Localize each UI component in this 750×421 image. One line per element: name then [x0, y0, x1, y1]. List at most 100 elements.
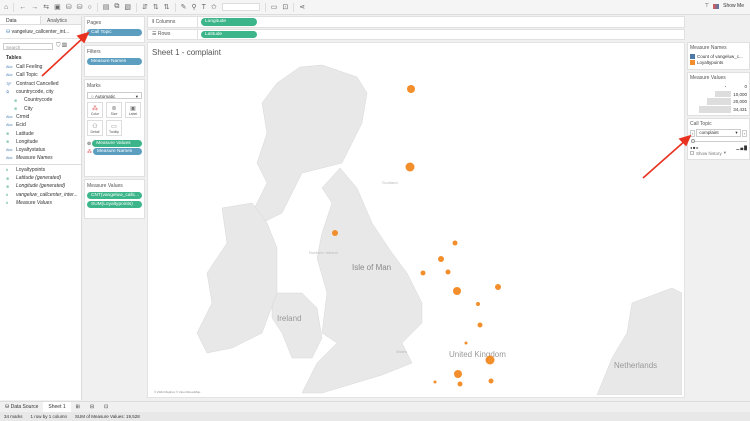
fit-dropdown[interactable]	[221, 3, 260, 11]
measure-value-pill[interactable]: CNT(vangeluw_callc...	[87, 192, 142, 199]
detail-button[interactable]: ⚇ Detail	[87, 120, 103, 136]
refresh-icon[interactable]: ○	[87, 4, 91, 11]
undo-icon[interactable]: ←	[19, 4, 26, 11]
filter-icon[interactable]: ⛉ ▥	[56, 43, 67, 50]
stop-button[interactable]: ■	[693, 145, 695, 150]
swap-icon[interactable]: ⇵	[142, 3, 148, 11]
prev-page-button[interactable]: ‹	[690, 129, 696, 137]
new-story-icon[interactable]: ⊡	[99, 402, 113, 412]
show-history-checkbox[interactable]	[690, 151, 694, 155]
play-forward-button[interactable]: ▸	[696, 145, 698, 150]
field-item[interactable]: Abc Ecid	[0, 121, 81, 129]
map-mark[interactable]	[438, 256, 444, 262]
new-worksheet-icon[interactable]: ⊞	[71, 402, 85, 412]
map-mark[interactable]	[407, 85, 415, 93]
field-item[interactable]: Abc Call Feeling	[0, 63, 81, 71]
next-page-button[interactable]: ›	[741, 129, 747, 137]
map-mark[interactable]	[485, 355, 495, 365]
presentation-icon[interactable]: ▭	[271, 3, 278, 11]
field-item[interactable]: # vangeluw_callcenter_inter...	[0, 190, 81, 198]
map-mark[interactable]	[464, 341, 468, 345]
marks-size-pill[interactable]: Measure Values	[92, 140, 142, 147]
map[interactable]: Scotland Northern Ireland Isle of Man Ir…	[152, 63, 682, 395]
map-mark[interactable]	[477, 322, 483, 328]
label-icon[interactable]: T	[202, 4, 206, 11]
field-item[interactable]: Abc Loyaltystatus	[0, 146, 81, 154]
group-icon[interactable]: ⚲	[191, 3, 196, 11]
field-item[interactable]: ⊕ Countrycode	[0, 96, 81, 104]
map-mark[interactable]	[495, 284, 501, 290]
columns-shelf[interactable]: ⦀ Columns Longitude	[147, 16, 685, 28]
device-preview-icon[interactable]: ⊡	[282, 3, 288, 11]
sort-asc-icon[interactable]: ⇅	[153, 3, 159, 11]
chevron-down-icon[interactable]: ▾	[724, 150, 726, 156]
speed-slow-button[interactable]: ▁	[736, 145, 739, 150]
rows-pill[interactable]: Latitude	[201, 30, 257, 38]
home-icon[interactable]: ⌂	[4, 4, 8, 11]
page-select[interactable]: complaint ▾	[696, 129, 741, 137]
redo-icon[interactable]: →	[31, 4, 38, 11]
clear-sheet-icon[interactable]: ▧	[124, 3, 131, 11]
field-name: Latitude (generated)	[16, 175, 62, 181]
save-icon[interactable]: ▣	[54, 3, 61, 11]
tooltip-button[interactable]: ▭ Tooltip	[106, 120, 122, 136]
map-mark[interactable]	[332, 230, 338, 236]
field-item[interactable]: ⛭ countrycode, city	[0, 88, 81, 96]
page-slider[interactable]	[691, 139, 747, 143]
map-mark[interactable]	[488, 378, 494, 384]
map-mark[interactable]	[453, 287, 461, 295]
size-button[interactable]: ⊚ Size	[106, 102, 122, 118]
field-item[interactable]: ⊕ Longitude	[0, 138, 81, 146]
map-mark[interactable]	[445, 269, 451, 275]
highlight-icon[interactable]: ✎	[181, 3, 187, 11]
new-datasource-icon[interactable]: ⛁	[66, 3, 72, 11]
map-mark[interactable]	[454, 370, 462, 378]
field-item[interactable]: ⊕ Latitude	[0, 129, 81, 137]
marks-color-pill[interactable]: Measure Names	[93, 148, 142, 155]
replay-icon[interactable]: ⇆	[43, 3, 49, 11]
legend-item[interactable]: Loyaltypoints	[690, 60, 747, 65]
pause-icon[interactable]: ⛁	[77, 3, 83, 11]
tab-sheet-1[interactable]: Sheet 1	[43, 402, 71, 412]
map-mark[interactable]	[457, 381, 463, 387]
field-item[interactable]: # Measure Values	[0, 199, 81, 207]
speed-fast-button[interactable]: █	[744, 145, 747, 150]
map-mark[interactable]	[433, 380, 437, 384]
field-item[interactable]: ⊕ Longitude (generated)	[0, 182, 81, 190]
map-mark[interactable]	[452, 240, 458, 246]
pages-pill[interactable]: Call Topic	[87, 29, 142, 36]
datasource-item[interactable]: ⛁ vangeluw_callcenter_int...	[0, 25, 81, 39]
new-sheet-icon[interactable]: ▤	[103, 3, 110, 11]
measure-value-pill[interactable]: SUM(Loyaltypoints)	[87, 201, 142, 208]
map-mark[interactable]	[476, 302, 480, 306]
field-item[interactable]: Abc Crmid	[0, 113, 81, 121]
play-back-button[interactable]: ◂	[690, 145, 692, 150]
field-item[interactable]: # Loyaltypoints	[0, 166, 81, 174]
rows-shelf[interactable]: ☰ Rows Latitude	[147, 28, 685, 40]
tab-analytics[interactable]: Analytics	[41, 16, 81, 24]
tab-data[interactable]: Data	[0, 16, 41, 24]
field-item[interactable]: ⊕ City	[0, 104, 81, 112]
share-icon[interactable]: ⋖	[299, 3, 305, 11]
pin-icon[interactable]: ✩	[211, 3, 217, 11]
search-input[interactable]: Search	[3, 43, 53, 50]
field-item[interactable]: ⊕ Latitude (generated)	[0, 174, 81, 182]
map-mark[interactable]	[420, 270, 426, 276]
field-item[interactable]: Abc Call Topic	[0, 71, 81, 79]
label-button[interactable]: ▣ Label	[125, 102, 141, 118]
field-item[interactable]: Abc Measure Names	[0, 154, 81, 162]
speed-medium-button[interactable]: ▄	[740, 145, 743, 150]
filters-pill[interactable]: Measure Names	[87, 58, 142, 65]
columns-pill[interactable]: Longitude	[201, 18, 257, 26]
field-type-icon: T|F	[6, 81, 12, 86]
color-button[interactable]: ⁂ Color	[87, 102, 103, 118]
show-me-button[interactable]: ⊤ Show Me	[705, 3, 744, 9]
mark-type-select[interactable]: ○ Automatic ▾	[87, 92, 142, 99]
map-mark[interactable]	[405, 162, 415, 172]
duplicate-sheet-icon[interactable]: ⧉	[114, 3, 119, 11]
tab-data-source[interactable]: ⛁ Data Source	[0, 402, 43, 412]
new-dashboard-icon[interactable]: ⊟	[85, 402, 99, 412]
legend-item[interactable]: Count of vangeluw_c...	[690, 54, 747, 59]
sort-desc-icon[interactable]: ⇅	[164, 3, 170, 11]
field-item[interactable]: T|F Contract Cancelled	[0, 80, 81, 88]
